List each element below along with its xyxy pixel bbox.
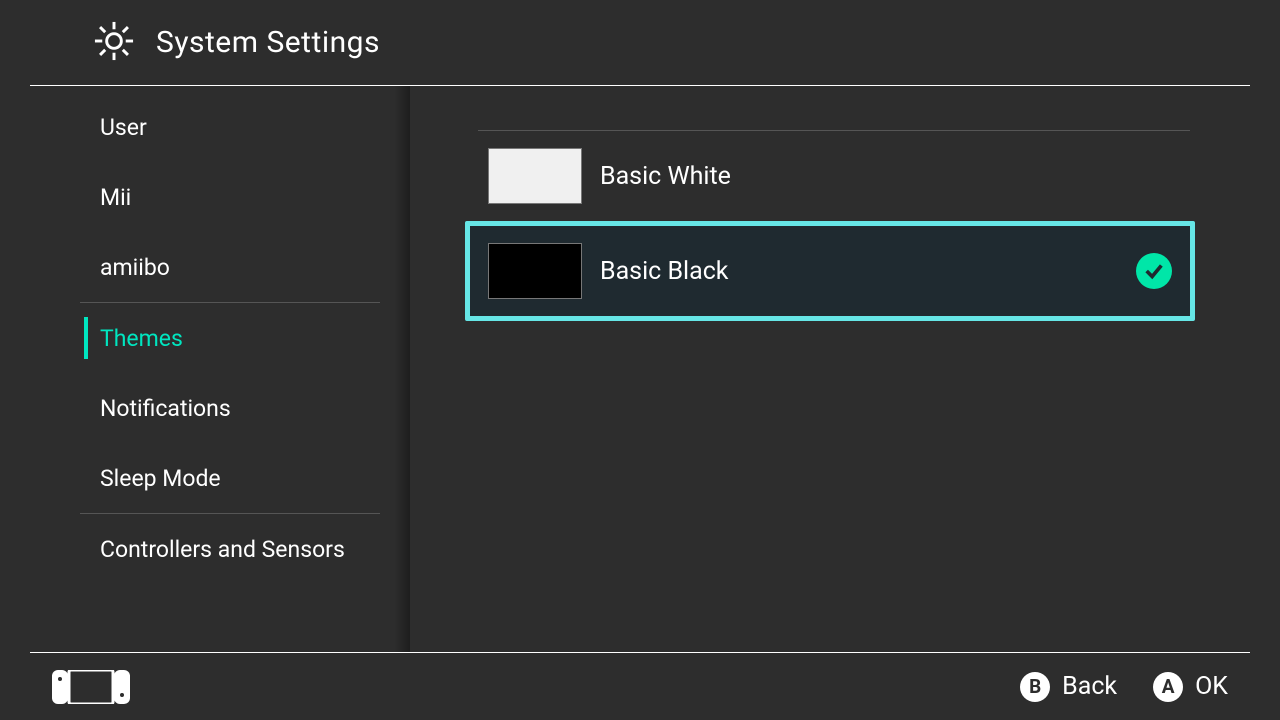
sidebar-item-user[interactable]: User [0,92,410,162]
console-icon [52,670,130,704]
sidebar-item-label: amiibo [100,254,170,281]
button-hint-ok[interactable]: A OK [1153,672,1228,702]
sidebar-item-sleep-mode[interactable]: Sleep Mode [0,443,410,513]
sidebar-item-controllers-and-sensors[interactable]: Controllers and Sensors [0,514,410,584]
sidebar-item-label: Mii [100,184,131,211]
sidebar-item-themes[interactable]: Themes [0,303,410,373]
checkmark-icon [1136,253,1172,289]
content: Basic White Basic Black [410,86,1280,652]
sidebar-item-label: Themes [100,325,183,352]
gear-icon [92,19,136,67]
header: System Settings [30,0,1250,86]
theme-label: Basic Black [600,257,1136,286]
sidebar-item-label: Sleep Mode [100,465,221,492]
sidebar-item-amiibo[interactable]: amiibo [0,232,410,302]
sidebar-item-notifications[interactable]: Notifications [0,373,410,443]
sidebar-item-label: Controllers and Sensors [100,536,345,563]
page-title: System Settings [156,25,380,60]
button-hint-back[interactable]: B Back [1020,672,1117,702]
theme-label: Basic White [600,162,1172,191]
theme-swatch [488,243,582,299]
theme-option-basic-black[interactable]: Basic Black [465,221,1195,321]
button-hint-label: OK [1195,672,1228,701]
sidebar: User Mii amiibo Themes Notifications Sle… [0,86,410,652]
sidebar-item-label: User [100,114,147,141]
sidebar-item-mii[interactable]: Mii [0,162,410,232]
sidebar-item-label: Notifications [100,395,231,422]
b-button-icon: B [1020,672,1050,702]
footer: B Back A OK [30,652,1250,720]
button-hint-label: Back [1062,672,1117,701]
theme-swatch [488,148,582,204]
body: User Mii amiibo Themes Notifications Sle… [0,86,1280,652]
a-button-icon: A [1153,672,1183,702]
theme-option-basic-white[interactable]: Basic White [470,131,1190,221]
